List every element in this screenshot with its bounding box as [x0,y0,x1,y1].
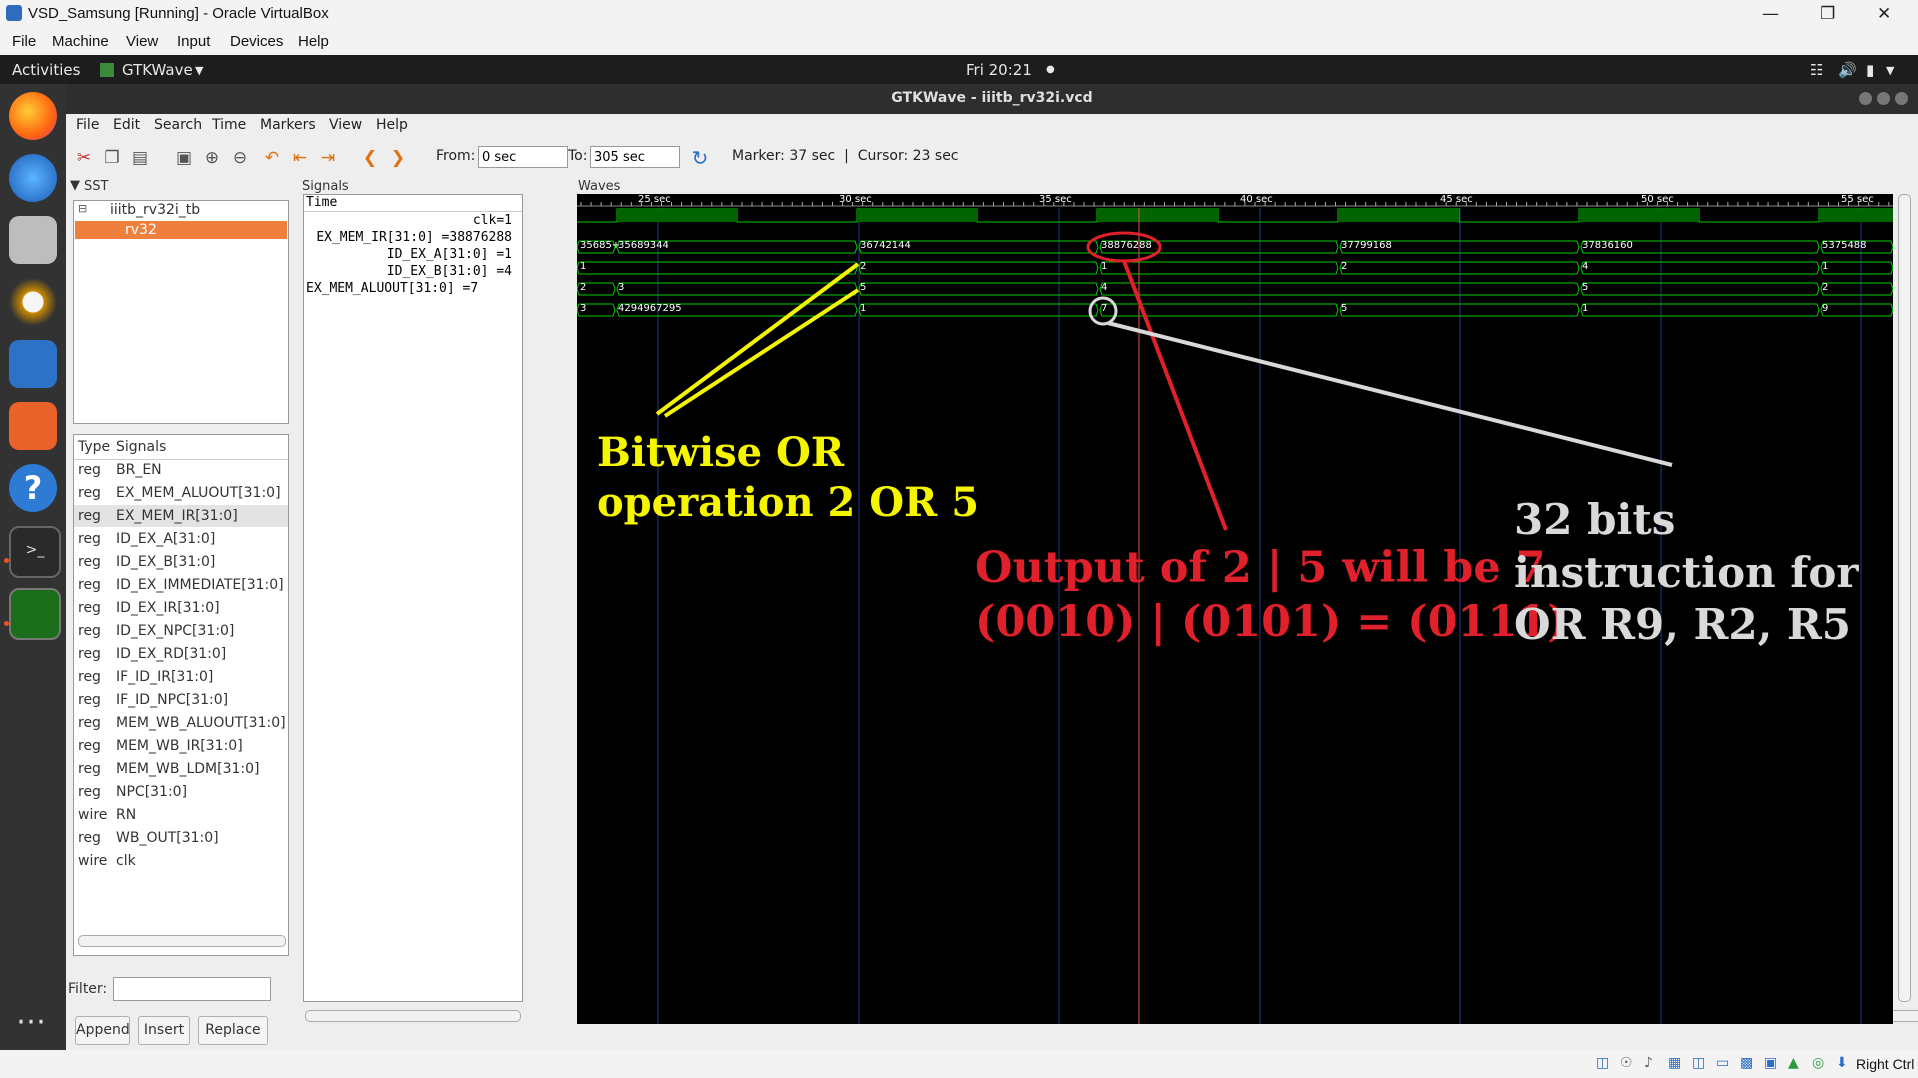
red-highlight-ellipse [1086,231,1162,263]
usb-icon[interactable]: ◫ [1692,1055,1705,1071]
harddisk-icon[interactable]: ◫ [1596,1055,1609,1071]
red-arrow-line [1122,260,1228,531]
red-annotation: Output of 2 | 5 will be 7 (0010) | (0101… [975,542,1568,650]
red-annotation-line-2: (0010) | (0101) = (0111) [975,596,1568,647]
cpu-activity-icon[interactable]: ▲ [1788,1055,1799,1071]
yellow-arrow-line-2 [663,288,860,418]
audio-icon[interactable]: ♪ [1644,1055,1653,1071]
yellow-annotation-line-1: Bitwise OR [597,429,845,476]
gray-annotation-line-1: 32 bits [1514,495,1676,544]
gray-annotation: 32 bits instruction for OR R9, R2, R5 [1514,494,1859,652]
yellow-annotation: Bitwise OR operation 2 OR 5 [597,428,979,528]
yellow-annotation-line-2: operation 2 OR 5 [597,479,980,526]
optical-drive-icon[interactable]: ☉ [1620,1055,1633,1071]
recording-icon[interactable]: ▣ [1764,1055,1777,1071]
display-icon[interactable]: ▩ [1740,1055,1753,1071]
shared-folders-icon[interactable]: ▭ [1716,1055,1729,1071]
mouse-integration-icon[interactable]: ◎ [1812,1055,1824,1071]
yellow-arrow-line-1 [655,262,860,416]
gray-highlight-circle [1088,296,1118,326]
vbox-status-bar: ◫ ☉ ♪ ▦ ◫ ▭ ▩ ▣ ▲ ◎ ⬇ Right Ctrl [0,1050,1918,1078]
gray-annotation-line-3: OR R9, R2, R5 [1514,600,1851,649]
keyboard-capture-icon[interactable]: ⬇ [1836,1055,1848,1071]
red-annotation-line-1: Output of 2 | 5 will be 7 [975,543,1546,593]
network-adapter-icon[interactable]: ▦ [1668,1055,1681,1071]
gray-annotation-line-2: instruction for [1514,547,1859,597]
host-key-label: Right Ctrl [1856,1056,1915,1072]
